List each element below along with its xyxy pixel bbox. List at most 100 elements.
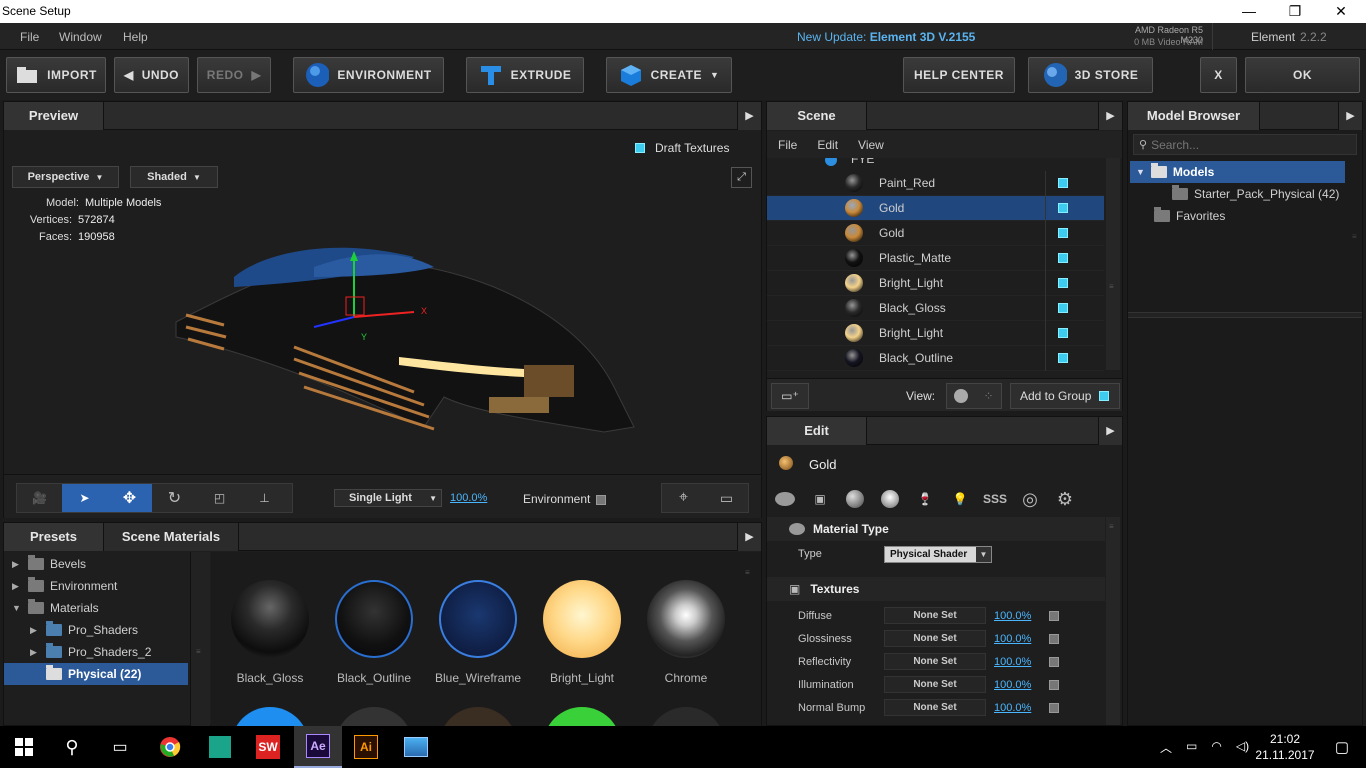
shading-dropdown[interactable]: Shaded ▼: [130, 166, 218, 188]
visibility-checkbox[interactable]: [1058, 353, 1068, 363]
undo-button[interactable]: ◀ UNDO: [114, 57, 189, 93]
image-texture-icon[interactable]: ▣: [808, 487, 832, 511]
texture-slot[interactable]: None Set: [884, 607, 986, 624]
expand-arrow-icon[interactable]: ▼: [12, 603, 22, 613]
battery-icon[interactable]: ▭: [1186, 739, 1197, 756]
task-view-icon[interactable]: ▭: [96, 726, 144, 768]
sss-icon[interactable]: SSS: [983, 487, 1007, 511]
scene-menu-view[interactable]: View: [858, 138, 884, 152]
scene-row[interactable]: Gold: [767, 195, 1104, 221]
wifi-icon[interactable]: ◠: [1211, 739, 1221, 756]
expand-arrow-icon[interactable]: ▶: [30, 625, 40, 636]
scene-expand-icon[interactable]: ▶: [1098, 102, 1122, 130]
volume-icon[interactable]: ◁): [1236, 739, 1249, 756]
visibility-checkbox[interactable]: [1058, 203, 1068, 213]
texture-strength-link[interactable]: 100.0%: [994, 679, 1031, 691]
material-type-section[interactable]: Material Type: [767, 517, 1105, 541]
taskbar-search-icon[interactable]: ⚲: [48, 726, 96, 768]
photos-icon[interactable]: [392, 726, 440, 768]
texture-checkbox[interactable]: [1049, 702, 1060, 713]
after-effects-icon[interactable]: Ae: [294, 726, 342, 768]
scene-row[interactable]: Bright_Light: [767, 270, 1104, 296]
visibility-checkbox[interactable]: [1058, 253, 1068, 263]
visibility-checkbox[interactable]: [1058, 278, 1068, 288]
material-next-blue[interactable]: [231, 707, 309, 726]
texture-checkbox[interactable]: [1049, 633, 1060, 644]
texture-slot[interactable]: None Set: [884, 630, 986, 647]
scene-menu-edit[interactable]: Edit: [817, 138, 838, 152]
gear-icon[interactable]: ⚙: [1053, 487, 1077, 511]
texture-strength-link[interactable]: 100.0%: [994, 702, 1031, 714]
menu-window[interactable]: Window: [59, 30, 102, 44]
redo-button[interactable]: REDO ▶: [197, 57, 271, 93]
scene-row[interactable]: Black_Outline: [767, 345, 1104, 371]
new-folder-icon[interactable]: ▭⁺: [771, 383, 809, 409]
texture-strength-link[interactable]: 100.0%: [994, 656, 1031, 668]
move-tool-icon[interactable]: ✥: [107, 484, 152, 512]
presets-tree-scrollbar[interactable]: ≡: [190, 552, 210, 726]
tab-preview[interactable]: Preview: [4, 102, 104, 130]
light-intensity-link[interactable]: 100.0%: [450, 492, 487, 504]
cancel-button[interactable]: X: [1200, 57, 1237, 93]
scene-row[interactable]: Black_Gloss: [767, 295, 1104, 321]
scene-row[interactable]: Bright_Light: [767, 320, 1104, 346]
scene-menu-file[interactable]: File: [778, 138, 797, 152]
tree-favorites[interactable]: Favorites: [1154, 205, 1225, 227]
scene-row[interactable]: Plastic_Matte: [767, 245, 1104, 271]
start-button[interactable]: [0, 726, 48, 768]
notification-icon[interactable]: ▢: [1318, 726, 1366, 768]
tree-models[interactable]: ▼ Models: [1130, 161, 1345, 183]
texture-strength-link[interactable]: 100.0%: [994, 633, 1031, 645]
camera-tool-icon[interactable]: 🎥: [17, 484, 62, 512]
tab-model-browser[interactable]: Model Browser: [1128, 102, 1260, 130]
view-mode-toggle[interactable]: ⁘: [946, 383, 1002, 409]
fullscreen-icon[interactable]: ⤢: [731, 167, 752, 188]
presets-expand-icon[interactable]: ▶: [737, 523, 761, 551]
tree-starter-pack[interactable]: Starter_Pack_Physical (42): [1172, 183, 1339, 205]
expand-arrow-icon[interactable]: ▶: [30, 647, 40, 658]
light-mode-dropdown[interactable]: Single Light ▼: [334, 489, 442, 507]
solidworks-icon[interactable]: SW: [244, 726, 292, 768]
texture-slot[interactable]: None Set: [884, 653, 986, 670]
preset-tree-item[interactable]: Physical (22): [4, 663, 188, 685]
tab-scene[interactable]: Scene: [767, 102, 867, 130]
add-to-group-button[interactable]: Add to Group: [1010, 383, 1120, 409]
light-bulb-icon[interactable]: 💡: [948, 487, 972, 511]
preset-tree-item[interactable]: ▼ Materials: [4, 597, 188, 619]
draft-textures-toggle[interactable]: Draft Textures: [635, 141, 729, 155]
search-input[interactable]: [1151, 137, 1342, 152]
texture-checkbox[interactable]: [1049, 610, 1060, 621]
chevron-up-icon[interactable]: ︿: [1160, 739, 1172, 756]
texture-slot[interactable]: None Set: [884, 676, 986, 693]
search-box[interactable]: ⚲: [1133, 134, 1357, 155]
material-sphere-icon[interactable]: [773, 487, 797, 511]
visibility-checkbox[interactable]: [1058, 328, 1068, 338]
shading-sphere-icon[interactable]: [843, 487, 867, 511]
material-chrome[interactable]: [647, 580, 725, 658]
viewport-model[interactable]: Y X: [164, 227, 654, 457]
environment-button[interactable]: ENVIRONMENT: [293, 57, 444, 93]
scale-tool-icon[interactable]: ◰: [197, 484, 242, 512]
dots-view-icon[interactable]: ⁘: [983, 389, 993, 403]
visibility-checkbox[interactable]: [1058, 303, 1068, 313]
sphere-view-icon[interactable]: [954, 389, 969, 403]
extrude-button[interactable]: EXTRUDE: [466, 57, 584, 93]
tab-scene-materials[interactable]: Scene Materials: [104, 523, 239, 551]
textures-section[interactable]: ▣ Textures: [767, 577, 1105, 601]
add-to-group-checkbox[interactable]: [1099, 391, 1110, 401]
aperture-icon[interactable]: ◎: [1018, 487, 1042, 511]
draft-textures-checkbox[interactable]: [635, 143, 645, 153]
close-window-button[interactable]: ✕: [1318, 0, 1364, 23]
material-next-green[interactable]: [543, 707, 621, 726]
update-notice[interactable]: New Update: Element 3D V.2155: [797, 30, 975, 44]
expand-arrow-icon[interactable]: ▶: [12, 559, 22, 570]
preset-tree-item[interactable]: ▶ Environment: [4, 575, 188, 597]
collapse-arrow-icon[interactable]: ▼: [1136, 167, 1145, 177]
texture-strength-link[interactable]: 100.0%: [994, 610, 1031, 622]
material-next-brown[interactable]: [439, 707, 517, 726]
preset-tree-item[interactable]: ▶ Pro_Shaders_2: [4, 641, 188, 663]
preset-tree-item[interactable]: ▶ Bevels: [4, 553, 188, 575]
menu-help[interactable]: Help: [123, 30, 148, 44]
scene-row[interactable]: Paint_Red: [767, 170, 1104, 196]
camera-dropdown[interactable]: Perspective ▼: [12, 166, 119, 188]
